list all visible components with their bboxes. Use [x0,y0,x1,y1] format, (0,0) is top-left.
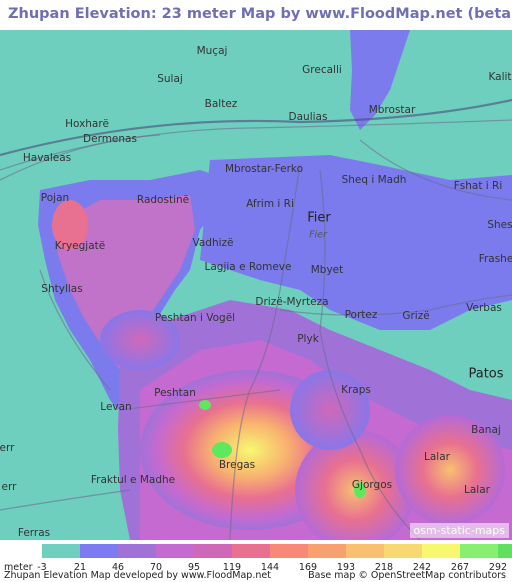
place-label: Verbas [466,302,502,314]
place-label: Grizë [402,310,430,322]
city-label: Fier [307,210,331,226]
place-label: Frashe [478,253,512,265]
place-label: Drizë-Myrteza [255,296,329,308]
place-label: Daulias [288,111,328,123]
place-label: Fshat i Ri [453,180,503,192]
page-title: Zhupan Elevation: 23 meter Map by www.Fl… [0,0,512,30]
place-label: Peshtan [154,387,196,399]
place-label: Dermenas [83,133,137,145]
place-label: Mbyet [310,264,344,276]
legend-swatch [270,544,308,558]
place-label: Plyk [297,333,319,345]
district-label: Fier [309,229,327,241]
place-label: Gjorgos [351,479,393,491]
place-label: Lalar [424,451,450,463]
legend-swatch [80,544,118,558]
place-label: Shes [487,219,512,231]
legend-swatch [384,544,422,558]
legend-swatch [346,544,384,558]
osm-credit: osm-static-maps [409,523,509,538]
place-label: Vadhizë [192,237,234,249]
place-label: Mbrostar-Ferko [224,163,304,175]
place-label: err [0,442,15,454]
legend-swatch [308,544,346,558]
place-label: Muçaj [196,45,228,57]
elevation-map[interactable]: Muçaj Sulaj Grecalli Kalit Baltez Daulia… [0,30,512,540]
basemap-credit: Base map © OpenStreetMap contributors [308,570,506,581]
place-label: Sulaj [157,73,183,85]
place-label: Ferras [17,527,51,539]
legend-swatch [156,544,194,558]
place-label: Lagjia e Romeve [204,261,292,273]
legend-swatch [194,544,232,558]
legend-swatch [232,544,270,558]
place-label: Levan [100,401,132,413]
elevation-legend: -3 21 46 70 95 119 144 169 193 218 242 267 292 meter… [0,540,512,582]
place-label: Radostinë [136,194,190,206]
city-label: Patos [468,366,504,382]
footer-credit[interactable]: Zhupan Elevation Map developed by www.Fl… [4,570,271,581]
place-label: Kalit [488,71,512,83]
place-label: Baltez [204,98,238,110]
place-label: Mbrostar [368,104,416,116]
place-label: Pojan [40,192,70,204]
place-label: Sheq i Madh [341,174,407,186]
legend-swatch [460,544,498,558]
place-label: Hoxharë [65,118,109,130]
place-label: Fraktul e Madhe [90,474,176,486]
place-label: Havaleas [22,152,72,164]
place-label: Shtyllas [41,283,83,295]
place-label: Bregas [218,459,256,471]
legend-swatch [118,544,156,558]
legend-swatch [422,544,460,558]
place-label: Lalar [464,484,490,496]
place-label: Kryegjatë [54,240,106,252]
place-label: Peshtan i Vogël [154,312,236,324]
legend-swatch [498,544,512,558]
place-label: Banaj [471,424,501,436]
legend-swatch [42,544,80,558]
place-label: Afrim i Ri [246,198,294,210]
place-label: Portez [344,309,378,321]
place-label: err [1,481,17,493]
place-label: Grecalli [302,64,342,76]
place-label: Kraps [341,384,371,396]
